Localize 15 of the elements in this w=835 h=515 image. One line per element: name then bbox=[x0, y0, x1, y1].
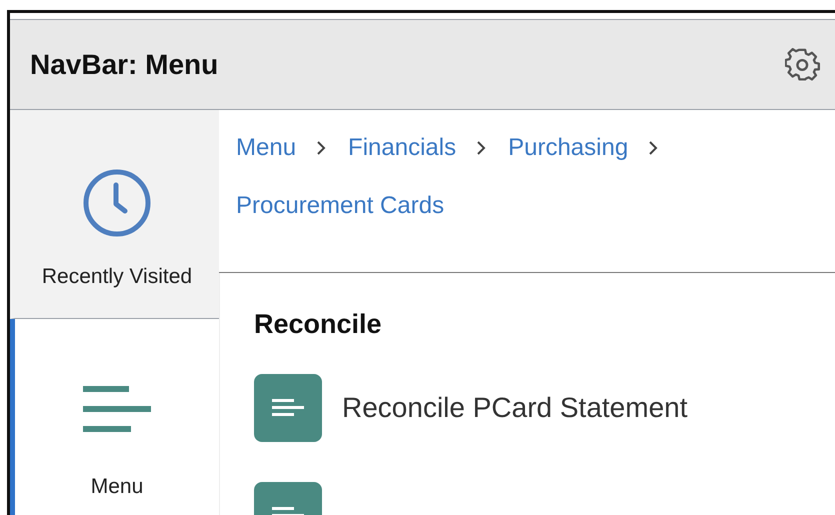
sidebar-tile[interactable]: Recently Visited bbox=[10, 110, 219, 319]
chevron-icon bbox=[316, 140, 326, 156]
menu-item-link[interactable]: Reconcile PCard Statement bbox=[342, 392, 688, 424]
section-heading: Reconcile bbox=[254, 309, 383, 340]
settings-icon[interactable] bbox=[785, 46, 821, 82]
clock-icon bbox=[82, 168, 152, 238]
breadcrumb-link[interactable]: Menu bbox=[236, 134, 296, 162]
menu-icon bbox=[83, 385, 151, 433]
chevron-icon bbox=[476, 140, 486, 156]
document-icon[interactable] bbox=[254, 374, 322, 442]
breadcrumb-link[interactable]: Financials bbox=[348, 134, 456, 162]
breadcrumb-link[interactable]: Purchasing bbox=[508, 134, 628, 162]
chevron-icon bbox=[648, 140, 658, 156]
breadcrumb-link[interactable]: Procurement Cards bbox=[236, 192, 444, 220]
navbar-title: NavBar: Menu bbox=[30, 48, 218, 80]
